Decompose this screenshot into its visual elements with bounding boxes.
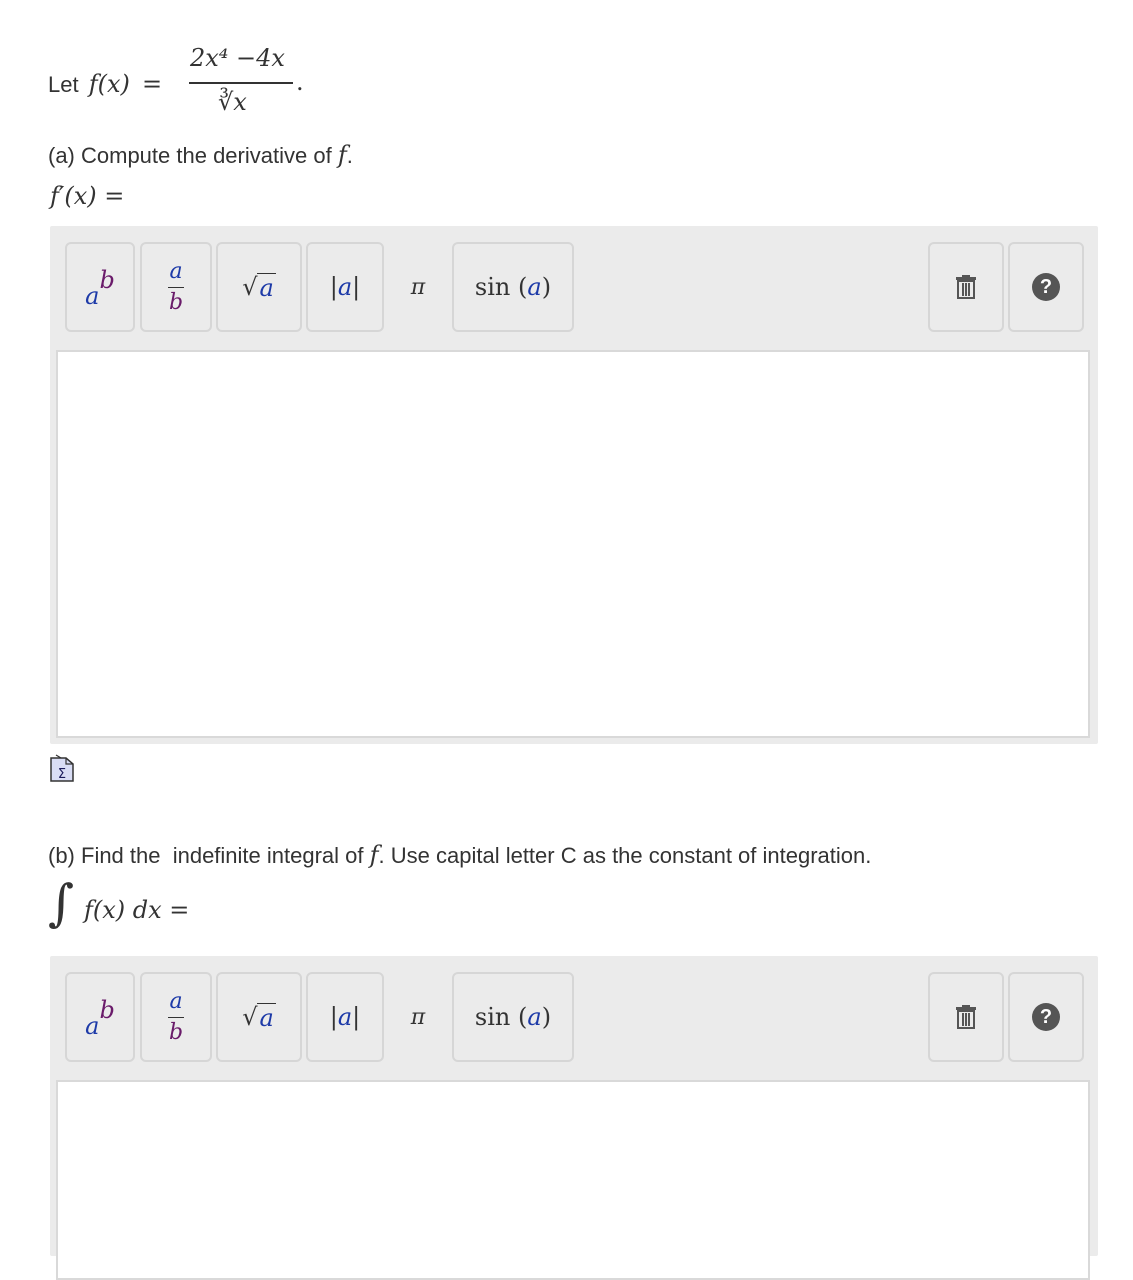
svg-text:Σ: Σ [58, 767, 66, 782]
help-button-b[interactable]: ? [1008, 972, 1084, 1062]
answer-input-b[interactable] [56, 1080, 1090, 1280]
equals-sign: = [142, 70, 163, 98]
sin-paren-right: ) [541, 1003, 552, 1031]
sigma-icon: Σ [50, 754, 74, 782]
power-button-b[interactable]: ab [65, 972, 135, 1062]
trash-button[interactable] [928, 242, 1004, 332]
sqrt-symbol: √ [242, 273, 258, 301]
pi-button-b[interactable]: π [388, 972, 448, 1062]
frac-line [168, 286, 184, 288]
sqrt-button[interactable]: √ a [216, 242, 302, 332]
abs-left-bar: | [329, 1003, 338, 1031]
sin-button[interactable]: sin (a) [452, 242, 574, 332]
part-b-var: f [369, 841, 379, 869]
derivative-label: f′(x) = [50, 182, 125, 210]
sqrt-arg: a [257, 272, 276, 302]
abs-button-b[interactable]: | a | [306, 972, 384, 1062]
power-button[interactable]: ab [65, 242, 135, 332]
frac-den: b [168, 289, 184, 315]
abs-right-bar: | [352, 1003, 361, 1031]
help-icon: ? [1032, 273, 1060, 301]
sqrt-button-b[interactable]: √ a [216, 972, 302, 1062]
sqrt-symbol: √ [242, 1003, 258, 1031]
part-a-prompt-text: (a) Compute the derivative of [48, 143, 332, 168]
abs-left-bar: | [329, 273, 338, 301]
pi-symbol: π [410, 1004, 426, 1030]
power-base: a [85, 282, 100, 310]
part-a-suffix: . [346, 143, 353, 168]
sin-label: sin [474, 1003, 511, 1031]
part-b-prompt-text: (b) Find the indefinite integral of [48, 843, 364, 868]
sin-arg: a [527, 1003, 542, 1031]
fraction-bar [189, 82, 293, 84]
abs-button[interactable]: | a | [306, 242, 384, 332]
sqrt-arg: a [257, 1002, 276, 1032]
let-label: Let [48, 72, 79, 97]
part-b-prompt: (b) Find the indefinite integral of f. U… [48, 841, 871, 869]
frac-num: a [169, 258, 183, 284]
part-b-suffix: . Use capital letter C as the constant o… [378, 843, 872, 868]
frac-den: b [168, 1019, 184, 1045]
answer-editor-a: ab a b √ a | a | π sin (a) ? [50, 226, 1098, 744]
sin-paren-right: ) [541, 273, 552, 301]
sin-paren-left: ( [518, 273, 528, 301]
period: . [296, 68, 304, 96]
pi-symbol: π [410, 274, 426, 300]
sin-button-b[interactable]: sin (a) [452, 972, 574, 1062]
abs-arg: a [337, 273, 353, 301]
trash-icon [956, 275, 976, 299]
fraction-denominator: ∛x [218, 88, 247, 116]
pi-button[interactable]: π [388, 242, 448, 332]
part-a-var: f [337, 141, 347, 169]
function-name: f(x) [88, 70, 130, 98]
equation-editor-icon[interactable]: Σ [50, 754, 74, 782]
help-icon: ? [1032, 1003, 1060, 1031]
integral-sign: ∫ [48, 874, 75, 932]
power-exp: b [99, 266, 115, 294]
frac-line [168, 1016, 184, 1018]
sin-label: sin [474, 273, 511, 301]
trash-button-b[interactable] [928, 972, 1004, 1062]
trash-icon [956, 1005, 976, 1029]
fraction-button-b[interactable]: a b [140, 972, 212, 1062]
abs-arg: a [337, 1003, 353, 1031]
answer-input-a[interactable] [56, 350, 1090, 738]
fraction-numerator: 2x⁴ −4x [190, 44, 285, 72]
integral-expression: f(x) dx = [84, 896, 190, 924]
part-a-prompt: (a) Compute the derivative of f. [48, 141, 353, 169]
help-button[interactable]: ? [1008, 242, 1084, 332]
abs-right-bar: | [352, 273, 361, 301]
power-exp: b [99, 996, 115, 1024]
answer-editor-b: ab a b √ a | a | π sin (a) ? [50, 956, 1098, 1280]
sin-paren-left: ( [518, 1003, 528, 1031]
fraction-button[interactable]: a b [140, 242, 212, 332]
problem-statement: Let f(x) = [48, 70, 162, 98]
frac-num: a [169, 988, 183, 1014]
power-base: a [85, 1012, 100, 1040]
sin-arg: a [527, 273, 542, 301]
